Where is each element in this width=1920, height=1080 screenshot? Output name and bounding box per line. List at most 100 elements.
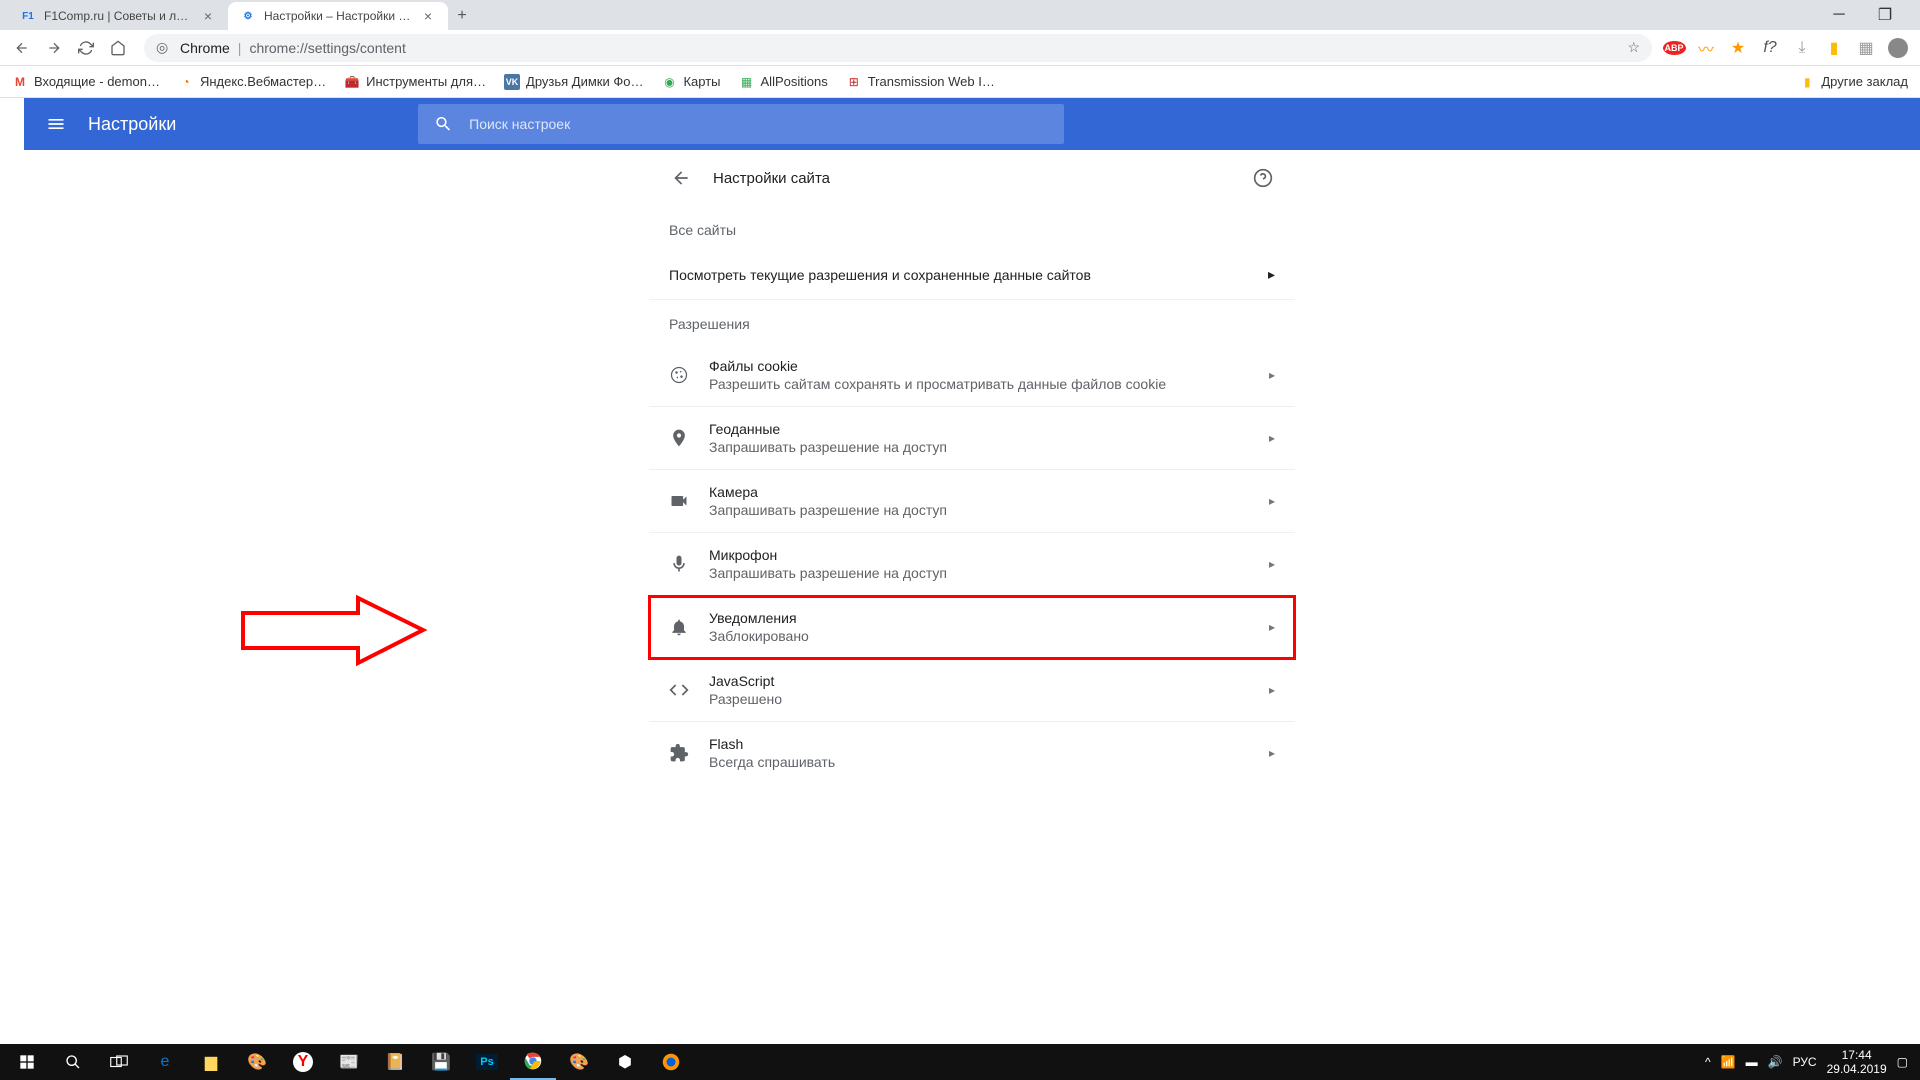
edge-icon[interactable]: e	[142, 1044, 188, 1080]
section-permissions: Разрешения	[649, 300, 1295, 344]
section-all-sites: Все сайты	[649, 206, 1295, 250]
reload-button[interactable]	[72, 34, 100, 62]
chevron-right-icon: ▸	[1269, 746, 1275, 760]
apps-icon[interactable]: ▦	[1856, 38, 1876, 58]
app-icon[interactable]: 💾	[418, 1044, 464, 1080]
app-icon[interactable]: 📰	[326, 1044, 372, 1080]
view-permissions-link[interactable]: Посмотреть текущие разрешения и сохранен…	[649, 250, 1295, 300]
bookmarks-bar: MВходящие - demon… ◔Яндекс.Вебмастер… 🧰И…	[0, 66, 1920, 98]
settings-header: Настройки	[24, 98, 1920, 150]
profile-avatar[interactable]	[1888, 38, 1908, 58]
app-icon[interactable]: ⬢	[602, 1044, 648, 1080]
language-indicator[interactable]: РУС	[1793, 1055, 1817, 1069]
task-view-icon[interactable]	[96, 1044, 142, 1080]
yandex-icon[interactable]: Y	[280, 1044, 326, 1080]
search-input[interactable]	[469, 116, 1048, 132]
notifications-tray-icon[interactable]: ▢	[1897, 1055, 1908, 1069]
minimize-button[interactable]: ─	[1816, 0, 1862, 30]
maximize-button[interactable]: ❐	[1862, 0, 1908, 30]
url-prefix: Chrome	[180, 40, 230, 56]
perm-subtitle: Разрешить сайтам сохранять и просматрива…	[709, 376, 1166, 392]
bookmark-star-icon[interactable]: ★	[1728, 38, 1748, 58]
close-icon[interactable]: ×	[200, 8, 216, 24]
bookmark-label: Яндекс.Вебмастер…	[200, 74, 326, 89]
start-button[interactable]	[4, 1044, 50, 1080]
address-bar[interactable]: ◎ Chrome | chrome://settings/content ☆	[144, 34, 1652, 62]
forward-button[interactable]	[40, 34, 68, 62]
permission-notifications[interactable]: УведомленияЗаблокировано ▸	[649, 596, 1295, 659]
tray-expand-icon[interactable]: ^	[1705, 1055, 1711, 1069]
tab-bar: F1 F1Comp.ru | Советы и лайфхаки × ⚙ Нас…	[0, 0, 1920, 30]
firefox-icon[interactable]	[648, 1044, 694, 1080]
permission-javascript[interactable]: JavaScriptРазрешено ▸	[649, 659, 1295, 722]
bookmark-item[interactable]: VK Друзья Димки Фо…	[504, 74, 643, 90]
chrome-logo-icon: ◎	[156, 39, 172, 56]
bell-icon	[669, 617, 689, 637]
download-icon[interactable]: ⤓	[1792, 38, 1812, 58]
perm-subtitle: Разрешено	[709, 691, 782, 707]
clock[interactable]: 17:44 29.04.2019	[1827, 1048, 1887, 1077]
app-icon[interactable]: 🎨	[556, 1044, 602, 1080]
home-button[interactable]	[104, 34, 132, 62]
chrome-icon[interactable]	[510, 1044, 556, 1080]
settings-card: Настройки сайта Все сайты Посмотреть тек…	[649, 150, 1295, 1044]
search-settings[interactable]	[418, 104, 1064, 144]
bookmark-item[interactable]: ▦AllPositions	[739, 74, 828, 90]
settings-title: Настройки	[88, 114, 176, 135]
help-button[interactable]	[1251, 166, 1275, 190]
perm-subtitle: Запрашивать разрешение на доступ	[709, 565, 947, 581]
allpositions-icon: ▦	[739, 74, 755, 90]
perm-title: Геоданные	[709, 421, 947, 437]
font-icon[interactable]: f?	[1760, 38, 1780, 58]
bookmark-label: Друзья Димки Фо…	[526, 74, 643, 89]
abp-icon[interactable]: ABP	[1664, 38, 1684, 58]
app-icon[interactable]: 📔	[372, 1044, 418, 1080]
taskbar: e ▆ 🎨 Y 📰 📔 💾 Ps 🎨 ⬢ ^ 📶 ▬ 🔊 РУС 17:44 2…	[0, 1044, 1920, 1080]
search-taskbar-icon[interactable]	[50, 1044, 96, 1080]
new-tab-button[interactable]: +	[448, 2, 476, 30]
photoshop-icon[interactable]: Ps	[464, 1044, 510, 1080]
browser-tab[interactable]: ⚙ Настройки – Настройки сайта ×	[228, 2, 448, 30]
cookie-icon	[669, 365, 689, 385]
volume-icon[interactable]: 🔊	[1768, 1055, 1783, 1069]
close-window-button[interactable]	[1908, 0, 1920, 30]
bookmark-item[interactable]: ⊞Transmission Web I…	[846, 74, 995, 90]
chevron-right-icon: ▸	[1269, 683, 1275, 697]
bookmark-item[interactable]: 🧰Инструменты для…	[344, 74, 486, 90]
bookmark-item[interactable]: ◉Карты	[661, 74, 720, 90]
chevron-right-icon: ▸	[1269, 620, 1275, 634]
permission-cookies[interactable]: Файлы cookieРазрешить сайтам сохранять и…	[649, 344, 1295, 407]
back-arrow-button[interactable]	[669, 166, 693, 190]
annotation-arrow	[238, 593, 428, 668]
permission-location[interactable]: ГеоданныеЗапрашивать разрешение на досту…	[649, 407, 1295, 470]
perm-title: Flash	[709, 736, 835, 752]
chevron-right-icon: ▸	[1268, 266, 1275, 283]
permission-camera[interactable]: КамераЗапрашивать разрешение на доступ ▸	[649, 470, 1295, 533]
bookmark-label: Инструменты для…	[366, 74, 486, 89]
rss-icon[interactable]: 〰	[1696, 38, 1716, 58]
app-icon[interactable]: 🎨	[234, 1044, 280, 1080]
flag-icon[interactable]: ▮	[1824, 38, 1844, 58]
star-icon[interactable]: ☆	[1627, 39, 1640, 56]
camera-icon	[669, 491, 689, 511]
menu-button[interactable]	[40, 108, 72, 140]
permission-microphone[interactable]: МикрофонЗапрашивать разрешение на доступ…	[649, 533, 1295, 596]
bookmark-item[interactable]: MВходящие - demon…	[12, 74, 160, 90]
other-bookmarks[interactable]: ▮Другие заклад	[1799, 74, 1908, 90]
browser-tab[interactable]: F1 F1Comp.ru | Советы и лайфхаки ×	[8, 2, 228, 30]
close-icon[interactable]: ×	[420, 8, 436, 24]
vk-icon: VK	[504, 74, 520, 90]
toolbar-icons: ABP 〰 ★ f? ⤓ ▮ ▦	[1664, 38, 1912, 58]
system-tray: ^ 📶 ▬ 🔊 РУС 17:44 29.04.2019 ▢	[1705, 1048, 1916, 1077]
bookmark-item[interactable]: ◔Яндекс.Вебмастер…	[178, 74, 326, 90]
permission-flash[interactable]: FlashВсегда спрашивать ▸	[649, 722, 1295, 784]
perm-title: Камера	[709, 484, 947, 500]
chevron-right-icon: ▸	[1269, 368, 1275, 382]
back-button[interactable]	[8, 34, 36, 62]
battery-icon[interactable]: ▬	[1746, 1055, 1758, 1069]
wifi-icon[interactable]: 📶	[1721, 1055, 1736, 1069]
explorer-icon[interactable]: ▆	[188, 1044, 234, 1080]
transmission-icon: ⊞	[846, 74, 862, 90]
gear-icon: ⚙	[240, 8, 256, 24]
page-content: Настройки Настройки сайта Все сайты Посм…	[24, 98, 1920, 1044]
